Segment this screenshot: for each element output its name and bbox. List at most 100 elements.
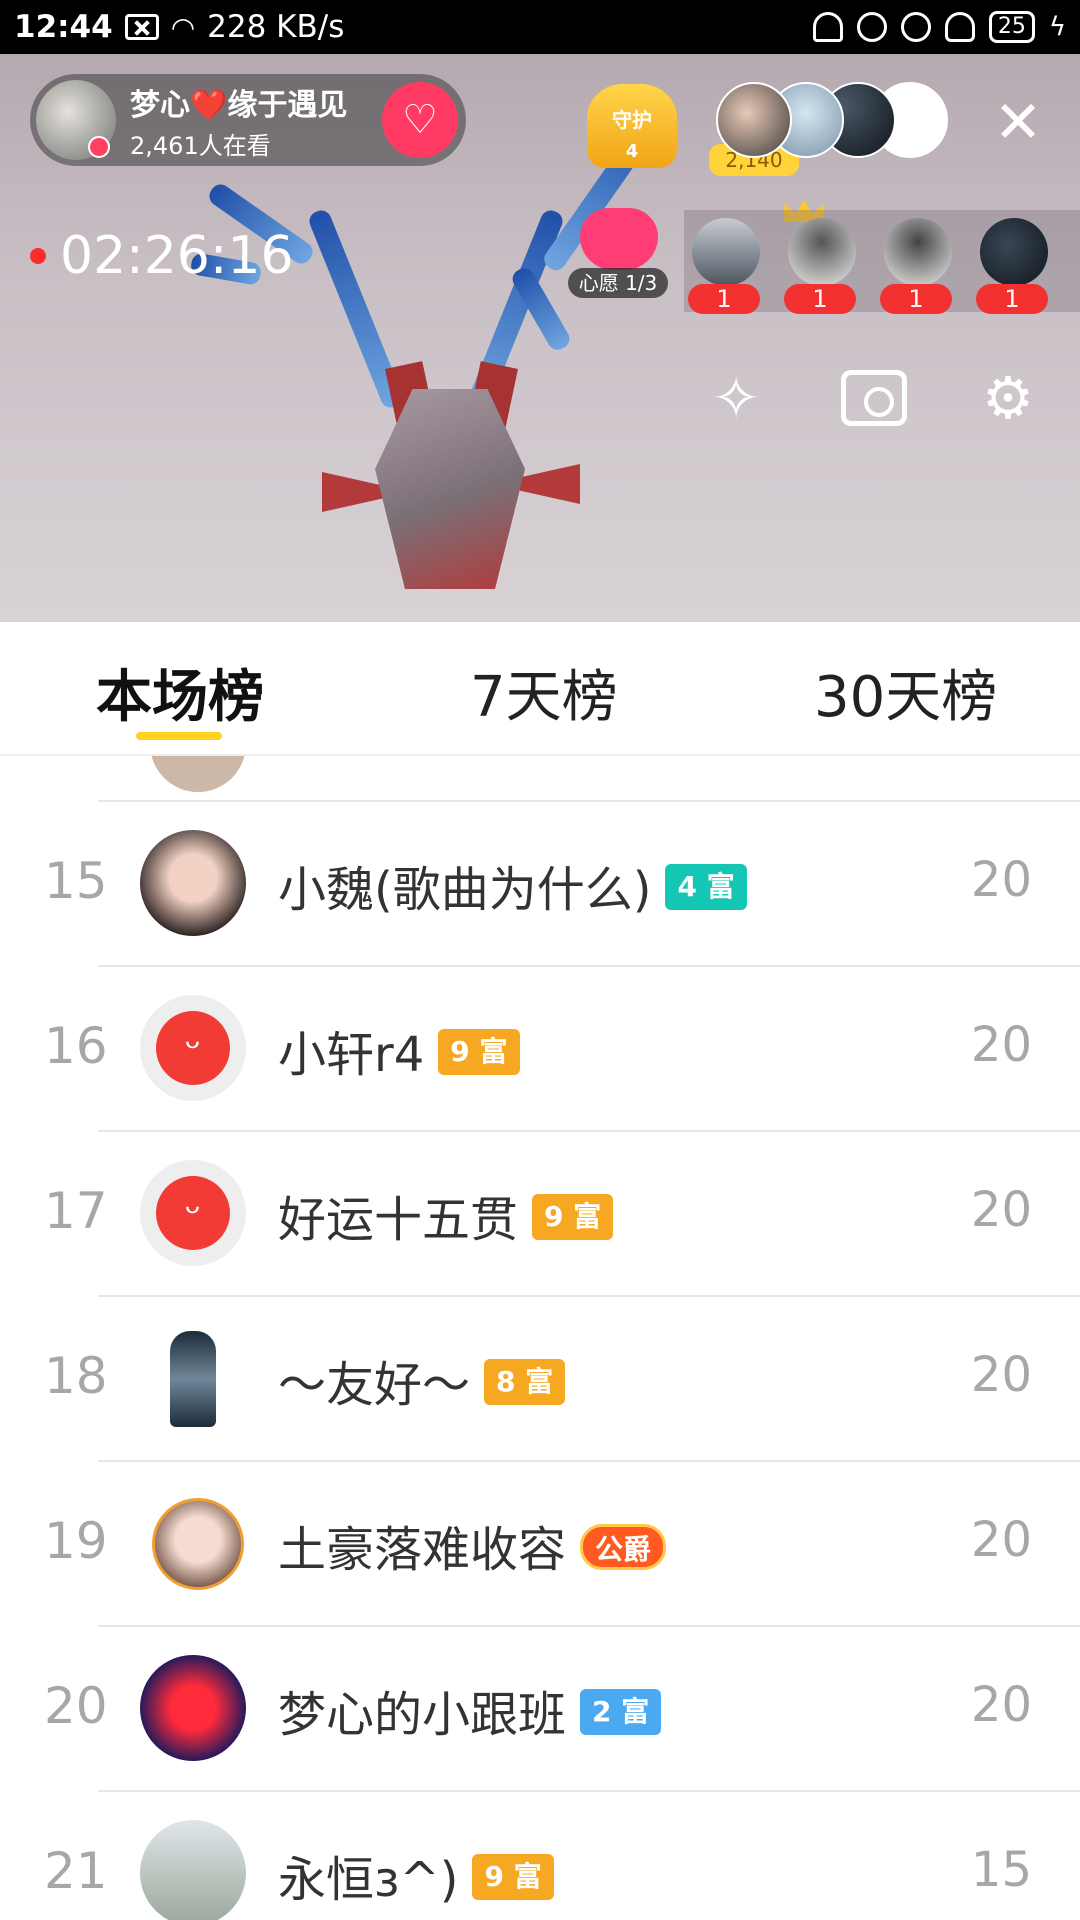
gift-count: 1 xyxy=(688,284,760,314)
user-name: ～友好～ xyxy=(278,1357,471,1413)
ranking-tabs: 本场榜 7天榜 30天榜 xyxy=(0,622,1080,756)
avatar[interactable] xyxy=(140,830,246,936)
tab-7-days[interactable]: 7天榜 xyxy=(470,652,618,733)
ranking-row[interactable]: 20 梦心的小跟班 2 富 20 xyxy=(0,1625,1080,1790)
rank-number: 16 xyxy=(44,1017,108,1075)
gift-user-avatar[interactable] xyxy=(692,218,760,286)
tab-current-show[interactable]: 本场榜 xyxy=(96,652,264,733)
row-divider xyxy=(98,965,1080,967)
ranking-row[interactable]: 19 土豪落难收容 公爵 20 xyxy=(0,1460,1080,1625)
wealth-badge: 8 富 xyxy=(484,1359,566,1405)
wifi-icon: ◠ xyxy=(170,10,196,44)
avatar[interactable] xyxy=(140,1655,246,1761)
contribution-score: 20 xyxy=(970,1017,1032,1073)
contribution-score: 20 xyxy=(970,1512,1032,1568)
switch-camera-icon[interactable] xyxy=(838,362,910,434)
network-speed: 228 KB/s xyxy=(207,9,345,45)
avatar[interactable] xyxy=(140,1820,246,1920)
row-divider xyxy=(98,800,1080,802)
close-icon: ✕ xyxy=(993,88,1043,156)
wealth-badge: 9 富 xyxy=(472,1854,554,1900)
user-name-line: 梦心的小跟班 2 富 xyxy=(278,1675,662,1745)
ranking-row[interactable]: 21 永恒з^) 9 富 15 xyxy=(0,1790,1080,1920)
row-divider xyxy=(98,1295,1080,1297)
live-timer: 02:26:16 xyxy=(30,226,294,286)
user-name-line: 小魏(歌曲为什么) 4 富 xyxy=(278,850,747,920)
viewer-count: 2,461人在看 xyxy=(130,131,271,160)
statue-avatar xyxy=(170,1331,216,1427)
ranking-list[interactable]: 15 小魏(歌曲为什么) 4 富 20 16 ᵕ 小轩r4 9 富 20 17 ᵕ … xyxy=(0,756,1080,1920)
settings-gear-icon[interactable]: ⚙ xyxy=(972,362,1044,434)
user-name: 永恒з^) xyxy=(278,1852,459,1908)
user-name-line: ～友好～ 8 富 xyxy=(278,1345,566,1415)
rank-number: 15 xyxy=(44,852,108,910)
noble-duke-badge: 公爵 xyxy=(580,1524,667,1570)
heart-plus-icon: ♡ xyxy=(402,97,438,143)
wealth-badge: 9 富 xyxy=(438,1029,520,1075)
wealth-badge: 4 富 xyxy=(665,864,747,910)
close-button[interactable]: ✕ xyxy=(990,93,1046,151)
guard-label: 守护 xyxy=(612,108,652,132)
beauty-magic-wand-icon[interactable]: ✧ xyxy=(700,362,772,434)
host-name: 梦心❤️缘于遇见 xyxy=(130,87,348,123)
user-name: 小轩r4 xyxy=(278,1027,425,1083)
ranking-row[interactable]: 18 ～友好～ 8 富 20 xyxy=(0,1295,1080,1460)
status-time: 12:44 xyxy=(14,9,113,45)
user-name: 梦心的小跟班 xyxy=(278,1687,567,1743)
contribution-score: 15 xyxy=(970,1842,1032,1898)
gift-user-avatar[interactable] xyxy=(884,218,952,286)
row-divider xyxy=(98,1790,1080,1792)
default-avatar-icon: ᵕ xyxy=(156,1176,230,1250)
gift-count: 1 xyxy=(880,284,952,314)
user-name-line: 小轩r4 9 富 xyxy=(278,1015,520,1085)
wish-heart-icon[interactable] xyxy=(580,208,658,270)
contribution-score: 20 xyxy=(970,1182,1032,1238)
recording-dot-icon xyxy=(30,248,46,264)
guard-count: 4 xyxy=(625,141,639,162)
row-divider xyxy=(98,1460,1080,1462)
contribution-score: 20 xyxy=(970,1677,1032,1733)
gift-user-avatar[interactable] xyxy=(980,218,1048,286)
fan-avatar[interactable] xyxy=(716,82,792,158)
gift-count: 1 xyxy=(976,284,1048,314)
host-info[interactable]: 梦心❤️缘于遇见 2,461人在看 ♡ xyxy=(30,74,466,166)
avatar[interactable]: ᵕ xyxy=(140,995,246,1101)
guard-badge[interactable]: 守护 4 xyxy=(587,84,677,168)
rank-number: 19 xyxy=(44,1512,108,1570)
live-video[interactable]: 梦心❤️缘于遇见 2,461人在看 ♡ 守护 4 2,140 ✕ 02:26:1… xyxy=(0,54,1080,622)
gift-count: 1 xyxy=(784,284,856,314)
wish-progress[interactable]: 心愿 1/3 xyxy=(568,268,668,298)
user-name: 好运十五贯 xyxy=(278,1192,519,1248)
top-fans[interactable] xyxy=(716,82,956,158)
bell-muted-icon xyxy=(812,12,843,42)
ranking-row[interactable]: 17 ᵕ 好运十五贯 9 富 20 xyxy=(0,1130,1080,1295)
gift-user-avatar[interactable] xyxy=(788,218,856,286)
avatar[interactable] xyxy=(152,1498,244,1590)
host-avatar[interactable] xyxy=(36,80,116,160)
avatar[interactable]: ᵕ xyxy=(140,1160,246,1266)
follow-button[interactable]: ♡ xyxy=(382,82,458,158)
lock-rotation-icon xyxy=(856,12,887,42)
user-name-line: 永恒з^) 9 富 xyxy=(278,1840,554,1910)
user-name: 土豪落难收容 xyxy=(278,1522,567,1578)
row-divider xyxy=(98,1130,1080,1132)
contribution-score: 20 xyxy=(970,852,1032,908)
ranking-row[interactable]: 15 小魏(歌曲为什么) 4 富 20 xyxy=(0,800,1080,965)
ranking-row[interactable]: 16 ᵕ 小轩r4 9 富 20 xyxy=(0,965,1080,1130)
battery-icon: 25 xyxy=(988,11,1035,43)
avatar[interactable] xyxy=(150,756,246,792)
user-name-line: 土豪落难收容 公爵 xyxy=(278,1510,667,1580)
headphones-icon xyxy=(944,12,975,42)
avatar[interactable] xyxy=(140,1325,246,1431)
alarm-icon xyxy=(900,12,931,42)
rank-number: 18 xyxy=(44,1347,108,1405)
status-bar: 12:44 ◠ 228 KB/s 25 ϟ xyxy=(0,0,1080,54)
rank-number: 17 xyxy=(44,1182,108,1240)
gift-leaderboard-strip[interactable]: 1 1 1 1 xyxy=(684,210,1080,314)
row-divider xyxy=(98,1625,1080,1627)
tab-30-days[interactable]: 30天榜 xyxy=(814,652,997,733)
contribution-score: 20 xyxy=(970,1347,1032,1403)
live-badge-icon xyxy=(88,136,110,158)
user-name: 小魏(歌曲为什么) xyxy=(278,862,652,918)
wealth-badge: 9 富 xyxy=(532,1194,614,1240)
